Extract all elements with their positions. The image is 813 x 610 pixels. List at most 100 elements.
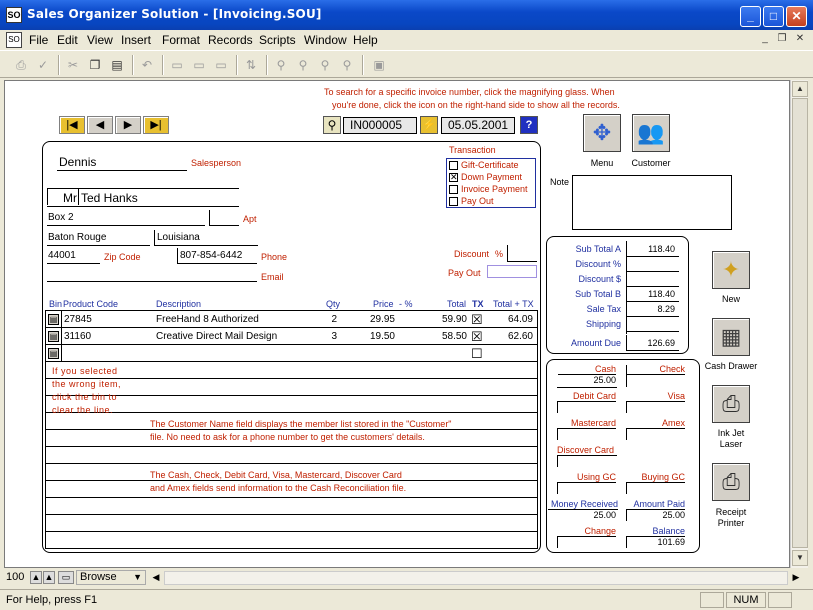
row2-code[interactable]: 31160 bbox=[64, 331, 91, 342]
minimize-button[interactable]: _ bbox=[740, 6, 761, 27]
status-area-icon[interactable]: ▭ bbox=[58, 571, 74, 584]
menu-format[interactable]: Format bbox=[162, 33, 200, 47]
scroll-left-icon[interactable]: ◀ bbox=[150, 571, 162, 584]
prev-record-button[interactable]: ◀ bbox=[87, 116, 113, 134]
row1-price[interactable]: 29.95 bbox=[355, 314, 395, 325]
menu-records[interactable]: Records bbox=[208, 33, 253, 47]
copy-icon[interactable]: ❐ bbox=[86, 56, 104, 74]
magnifier-icon[interactable]: ⚲ bbox=[323, 116, 341, 134]
scroll-up-icon[interactable]: ▲ bbox=[792, 81, 808, 97]
bin-note: If you selected the wrong item, click th… bbox=[52, 366, 122, 415]
duplicate-record-icon[interactable]: ▭ bbox=[190, 56, 208, 74]
cash-drawer-icon[interactable]: ▦ bbox=[712, 318, 750, 356]
mdi-restore-button[interactable]: ❐ bbox=[775, 33, 789, 46]
pay-out-checkbox[interactable] bbox=[449, 197, 458, 206]
mdi-minimize-button[interactable]: _ bbox=[758, 33, 772, 46]
receipt-printer-icon[interactable]: ⎙ bbox=[712, 463, 750, 501]
menu-view[interactable]: View bbox=[87, 33, 113, 47]
undo-icon[interactable]: ↶ bbox=[138, 56, 156, 74]
zip-field[interactable]: 44001 bbox=[48, 250, 76, 261]
menu-edit[interactable]: Edit bbox=[57, 33, 78, 47]
show-all-records-icon[interactable]: ⚡ bbox=[420, 116, 438, 134]
new-record-icon[interactable]: ▭ bbox=[168, 56, 186, 74]
scroll-thumb[interactable] bbox=[792, 98, 808, 548]
col-description-header: Description bbox=[156, 299, 202, 309]
mode-select[interactable]: Browse ▼ bbox=[76, 570, 146, 585]
status-pane-1 bbox=[700, 592, 724, 608]
menu-scripts[interactable]: Scripts bbox=[259, 33, 296, 47]
menu-window[interactable]: Window bbox=[304, 33, 347, 47]
menu-help[interactable]: Help bbox=[353, 33, 378, 47]
discount-dollar-label: Discount $ bbox=[578, 274, 621, 284]
row1-tax-checkbox[interactable]: ☒ bbox=[471, 312, 483, 328]
menu-file[interactable]: File bbox=[29, 33, 48, 47]
subtotal-a-value: 118.40 bbox=[648, 244, 675, 254]
paste-icon[interactable]: ▤ bbox=[108, 56, 126, 74]
scroll-down-icon[interactable]: ▼ bbox=[792, 550, 808, 566]
title-field[interactable]: Mr bbox=[63, 191, 77, 205]
row1-description[interactable]: FreeHand 8 Authorized bbox=[156, 314, 259, 325]
debit-card-label: Debit Card bbox=[558, 391, 616, 402]
inkjet-printer-icon[interactable]: ⎙ bbox=[712, 385, 750, 423]
next-record-button[interactable]: ▶ bbox=[115, 116, 141, 134]
amount-due-value: 126.69 bbox=[647, 338, 675, 348]
maximize-button[interactable]: □ bbox=[763, 6, 784, 27]
row2-tax-checkbox[interactable]: ☒ bbox=[471, 329, 483, 345]
close-button[interactable]: ✕ bbox=[786, 6, 807, 27]
row1-qty[interactable]: 2 bbox=[305, 314, 337, 325]
gift-certificate-checkbox[interactable] bbox=[449, 161, 458, 170]
last-record-button[interactable]: ▶| bbox=[143, 116, 169, 134]
phone-field[interactable]: 807-854-6442 bbox=[180, 250, 242, 261]
help-button[interactable]: ? bbox=[520, 116, 538, 134]
salesperson-field[interactable]: Dennis bbox=[59, 155, 187, 169]
layout-icon[interactable]: ▣ bbox=[370, 56, 388, 74]
col-price-header: Price bbox=[373, 299, 394, 309]
bin-icon[interactable]: ▤ bbox=[48, 314, 59, 325]
row2-qty[interactable]: 3 bbox=[305, 331, 337, 342]
payout-field[interactable] bbox=[487, 265, 537, 278]
zoom-in-icon[interactable]: ▲ bbox=[43, 571, 55, 584]
address-field[interactable]: Box 2 bbox=[48, 212, 74, 223]
spellcheck-icon[interactable]: ✓ bbox=[34, 56, 52, 74]
bin-icon[interactable]: ▤ bbox=[48, 331, 59, 342]
first-record-button[interactable]: |◀ bbox=[59, 116, 85, 134]
menu-button-icon[interactable]: ✥ bbox=[583, 114, 621, 152]
down-payment-checkbox[interactable]: ✕ bbox=[449, 173, 458, 182]
document-icon[interactable]: SO bbox=[6, 32, 22, 48]
zoom-level[interactable]: 100 bbox=[6, 571, 24, 583]
bin-icon[interactable]: ▤ bbox=[48, 348, 59, 359]
app-icon[interactable]: SO bbox=[6, 7, 22, 23]
row2-price[interactable]: 19.50 bbox=[355, 331, 395, 342]
city-field[interactable]: Baton Rouge bbox=[48, 232, 106, 243]
new-button-icon[interactable]: ✦ bbox=[712, 251, 750, 289]
row3-tax-checkbox[interactable]: ☐ bbox=[471, 346, 483, 362]
print-icon[interactable]: ⎙ bbox=[12, 56, 30, 74]
mdi-close-button[interactable]: ✕ bbox=[793, 33, 807, 46]
invoice-payment-checkbox[interactable] bbox=[449, 185, 458, 194]
find-next-icon[interactable]: ⚲ bbox=[294, 56, 312, 74]
sort-icon[interactable]: ⇅ bbox=[242, 56, 260, 74]
find-icon[interactable]: ⚲ bbox=[272, 56, 290, 74]
delete-record-icon[interactable]: ▭ bbox=[212, 56, 230, 74]
customer-button-icon[interactable]: 👥 bbox=[632, 114, 670, 152]
cut-icon[interactable]: ✂ bbox=[64, 56, 82, 74]
col-product-code-header: Product Code bbox=[63, 299, 119, 309]
show-all-icon[interactable]: ⚲ bbox=[316, 56, 334, 74]
row2-description[interactable]: Creative Direct Mail Design bbox=[156, 331, 277, 342]
row1-code[interactable]: 27845 bbox=[64, 314, 92, 325]
title-bar[interactable]: SO Sales Organizer Solution - [Invoicing… bbox=[0, 0, 813, 30]
scroll-right-icon[interactable]: ▶ bbox=[790, 571, 802, 584]
zoom-out-icon[interactable]: ▲ bbox=[30, 571, 42, 584]
state-field[interactable]: Louisiana bbox=[157, 232, 200, 243]
customer-name-field[interactable]: Ted Hanks bbox=[81, 191, 138, 205]
cash-field[interactable]: 25.00 bbox=[558, 375, 616, 385]
omit-icon[interactable]: ⚲ bbox=[338, 56, 356, 74]
pay-out-option-label: Pay Out bbox=[461, 196, 494, 206]
col-total-tx-header: Total + TX bbox=[493, 299, 534, 309]
note-field[interactable] bbox=[572, 175, 732, 230]
invoice-number-field[interactable]: IN000005 bbox=[343, 117, 417, 134]
horizontal-scrollbar[interactable] bbox=[164, 571, 788, 585]
menu-insert[interactable]: Insert bbox=[121, 33, 151, 47]
invoice-date-field[interactable]: 05.05.2001 bbox=[441, 117, 515, 134]
vertical-scrollbar[interactable]: ▲ ▼ bbox=[790, 80, 808, 568]
